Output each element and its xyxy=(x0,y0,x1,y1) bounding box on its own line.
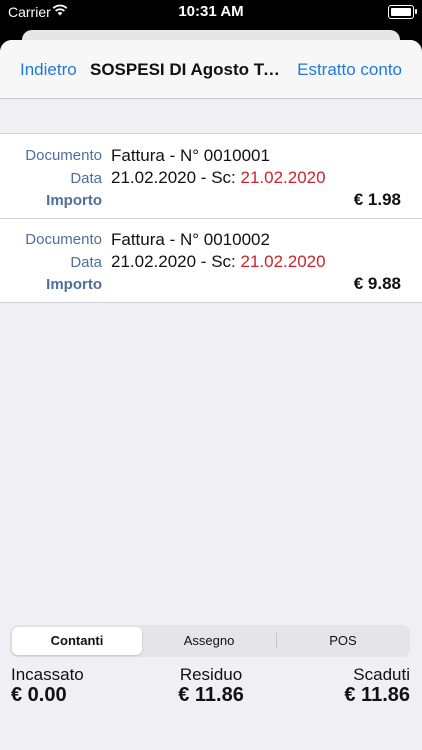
amount-value: € 1.98 xyxy=(353,190,401,209)
status-bar: Carrier 10:31 AM xyxy=(0,0,422,28)
document-value: Fattura - N° 0010001 xyxy=(111,146,270,165)
payment-method-segmented-control: Contanti Assegno POS xyxy=(10,625,410,657)
tab-pos[interactable]: POS xyxy=(278,627,408,655)
due-date: 21.02.2020 xyxy=(240,252,326,271)
amount-label: Importo xyxy=(46,276,102,293)
clock: 10:31 AM xyxy=(178,3,244,20)
due-date: 21.02.2020 xyxy=(240,168,326,187)
overdue-value: € 11.86 xyxy=(344,684,410,706)
date-value: 21.02.2020 - Sc: 21.02.2020 xyxy=(111,168,326,188)
navigation-bar: Indietro SOSPESI DI Agosto Te... Estratt… xyxy=(0,40,422,99)
issue-date: 21.02.2020 - Sc: xyxy=(111,252,241,271)
amount-value: € 9.88 xyxy=(353,274,401,293)
account-statement-button[interactable]: Estratto conto xyxy=(297,60,402,80)
date-label: Data xyxy=(70,170,102,187)
overdue-label: Scaduti xyxy=(353,665,410,684)
date-label: Data xyxy=(70,254,102,271)
amount-label: Importo xyxy=(46,192,102,209)
issue-date: 21.02.2020 - Sc: xyxy=(111,168,241,187)
documents-list: Documento Fattura - N° 0010001 Data 21.0… xyxy=(0,133,422,303)
document-value: Fattura - N° 0010002 xyxy=(111,230,270,249)
document-label: Documento xyxy=(25,147,102,164)
back-button[interactable]: Indietro xyxy=(20,60,77,80)
date-value: 21.02.2020 - Sc: 21.02.2020 xyxy=(111,252,326,272)
battery-icon xyxy=(388,5,417,19)
list-item[interactable]: Documento Fattura - N° 0010002 Data 21.0… xyxy=(0,218,422,302)
tab-contanti[interactable]: Contanti xyxy=(12,627,142,655)
page-title: SOSPESI DI Agosto Te... xyxy=(90,60,286,79)
tab-assegno[interactable]: Assegno xyxy=(144,627,274,655)
document-label: Documento xyxy=(25,231,102,248)
list-item[interactable]: Documento Fattura - N° 0010001 Data 21.0… xyxy=(0,134,422,218)
segment-divider xyxy=(276,633,277,649)
